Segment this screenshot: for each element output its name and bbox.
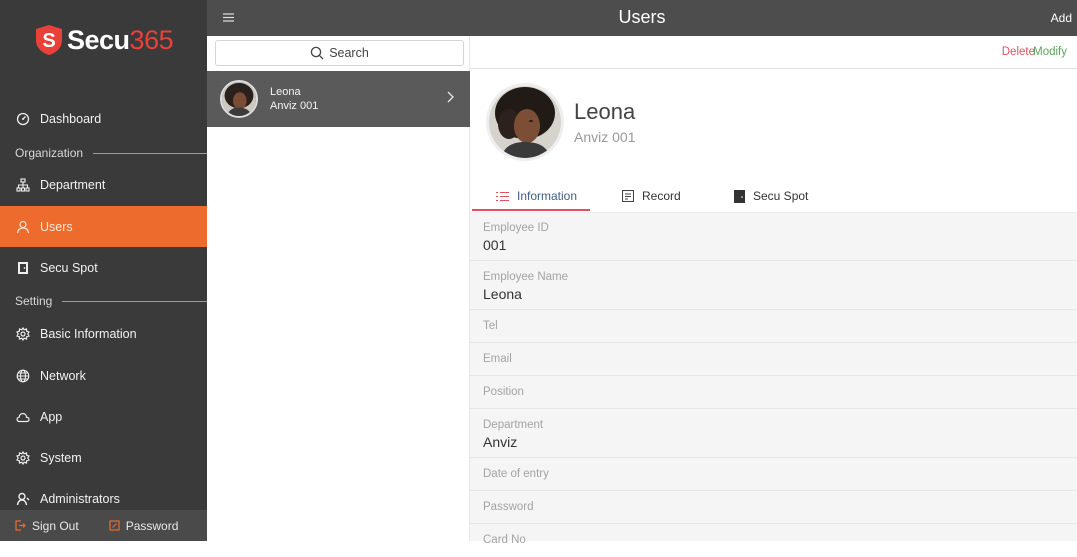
user-list-item-text: Leona Anviz 001 xyxy=(270,85,318,113)
field-employee-id: Employee ID 001 xyxy=(470,213,1077,261)
sign-out-label: Sign Out xyxy=(32,518,79,533)
active-tab-indicator xyxy=(472,209,590,211)
section-label: Setting xyxy=(15,294,53,308)
sidebar-item-label: Administrators xyxy=(40,492,120,506)
sidebar-item-label: Basic Information xyxy=(40,327,137,341)
page-title: Users xyxy=(618,7,666,27)
gear-icon xyxy=(16,451,30,465)
search-input[interactable]: Search xyxy=(215,40,464,66)
cloud-icon xyxy=(16,410,30,424)
sidebar-item-users[interactable]: Users xyxy=(0,206,207,247)
sidebar-item-secu-spot[interactable]: Secu Spot xyxy=(0,248,207,288)
password-label: Password xyxy=(125,518,179,533)
password-link[interactable]: Password xyxy=(109,518,179,533)
field-label: Email xyxy=(483,353,512,365)
svg-text:S: S xyxy=(42,30,55,52)
tab-label: Record xyxy=(642,189,681,203)
search-icon xyxy=(310,46,324,60)
door-icon xyxy=(734,189,745,203)
user-subtitle: Anviz 001 xyxy=(270,100,319,112)
sidebar-item-system[interactable]: System xyxy=(0,438,207,478)
sidebar-item-network[interactable]: Network xyxy=(0,356,207,396)
dashboard-icon xyxy=(16,112,30,126)
sidebar-item-label: Secu Spot xyxy=(40,261,98,275)
delete-button[interactable]: Delete xyxy=(1002,46,1035,58)
list-icon xyxy=(496,191,509,201)
profile-avatar xyxy=(486,83,564,161)
field-label: Position xyxy=(483,386,524,398)
divider xyxy=(62,300,207,302)
sidebar-item-label: System xyxy=(40,451,82,465)
door-icon xyxy=(16,261,30,275)
record-icon xyxy=(622,190,634,202)
sign-out-icon xyxy=(15,520,26,531)
avatar xyxy=(220,80,258,118)
divider xyxy=(93,152,207,154)
field-label: Department xyxy=(483,419,544,431)
search-placeholder: Search xyxy=(329,46,369,60)
admin-icon xyxy=(16,492,30,506)
field-label: Card No xyxy=(483,534,526,546)
tab-record[interactable]: Record xyxy=(622,179,681,213)
field-position: Position xyxy=(470,376,1077,409)
field-date-of-entry: Date of entry xyxy=(470,458,1077,491)
sidebar: S Secu365 Dashboard Organization Departm… xyxy=(0,0,207,541)
sidebar-item-label: Dashboard xyxy=(40,112,102,126)
field-label: Password xyxy=(483,501,534,513)
field-label: Employee Name xyxy=(483,271,569,283)
sidebar-item-app[interactable]: App xyxy=(0,397,207,437)
field-employee-name: Employee Name Leona xyxy=(470,261,1077,310)
section-organization: Organization xyxy=(15,145,207,161)
tab-secu-spot[interactable]: Secu Spot xyxy=(734,179,808,213)
department-icon xyxy=(16,178,30,192)
user-icon xyxy=(16,220,30,234)
tab-label: Secu Spot xyxy=(753,189,809,203)
modify-button[interactable]: Modify xyxy=(1033,46,1067,58)
sidebar-item-basic-information[interactable]: Basic Information xyxy=(0,314,207,354)
sidebar-item-label: Network xyxy=(40,369,86,383)
sidebar-item-label: Users xyxy=(40,219,73,234)
brand-name: Secu365 xyxy=(67,24,174,55)
top-bar: Users Add xyxy=(207,0,1077,36)
user-name: Leona xyxy=(270,86,301,98)
field-email: Email xyxy=(470,343,1077,376)
user-list-panel: Search Leona Anviz 001 xyxy=(207,36,470,541)
globe-icon xyxy=(16,369,30,383)
tab-information[interactable]: Information xyxy=(496,179,577,213)
sign-out-link[interactable]: Sign Out xyxy=(15,519,79,533)
field-tel: Tel xyxy=(470,310,1077,343)
user-detail-panel: Delete Modify Leona Anviz 001 Informatio… xyxy=(470,36,1077,546)
field-value: Anviz xyxy=(483,434,518,450)
field-value: 001 xyxy=(483,237,507,253)
brand-logo[interactable]: S Secu365 xyxy=(34,22,174,58)
tab-label: Information xyxy=(517,189,578,203)
field-label: Tel xyxy=(483,320,498,332)
profile-name: Leona xyxy=(574,99,636,124)
detail-tabs: Information Record Secu Spot xyxy=(470,179,1077,213)
gear-icon xyxy=(16,327,30,341)
action-bar: Delete Modify xyxy=(470,36,1077,69)
user-list-item[interactable]: Leona Anviz 001 xyxy=(207,71,470,127)
field-value: Leona xyxy=(483,286,522,302)
field-label: Employee ID xyxy=(483,222,549,234)
chevron-right-icon xyxy=(447,91,454,103)
field-department: Department Anviz xyxy=(470,409,1077,458)
information-fields: Employee ID 001 Employee Name Leona Tel … xyxy=(470,213,1077,546)
sidebar-item-label: App xyxy=(40,410,63,424)
section-label: Organization xyxy=(15,146,84,160)
profile-subtitle: Anviz 001 xyxy=(574,129,636,145)
edit-icon xyxy=(109,520,120,531)
sidebar-item-label: Department xyxy=(40,178,106,192)
add-button[interactable]: Add xyxy=(1051,11,1072,25)
field-password: Password xyxy=(470,491,1077,524)
section-setting: Setting xyxy=(15,293,207,309)
sidebar-item-dashboard[interactable]: Dashboard xyxy=(0,99,207,139)
sidebar-footer: Sign Out Password xyxy=(0,510,207,541)
field-label: Date of entry xyxy=(483,468,549,480)
sidebar-item-department[interactable]: Department xyxy=(0,165,207,205)
shield-logo-icon: S xyxy=(36,25,62,55)
